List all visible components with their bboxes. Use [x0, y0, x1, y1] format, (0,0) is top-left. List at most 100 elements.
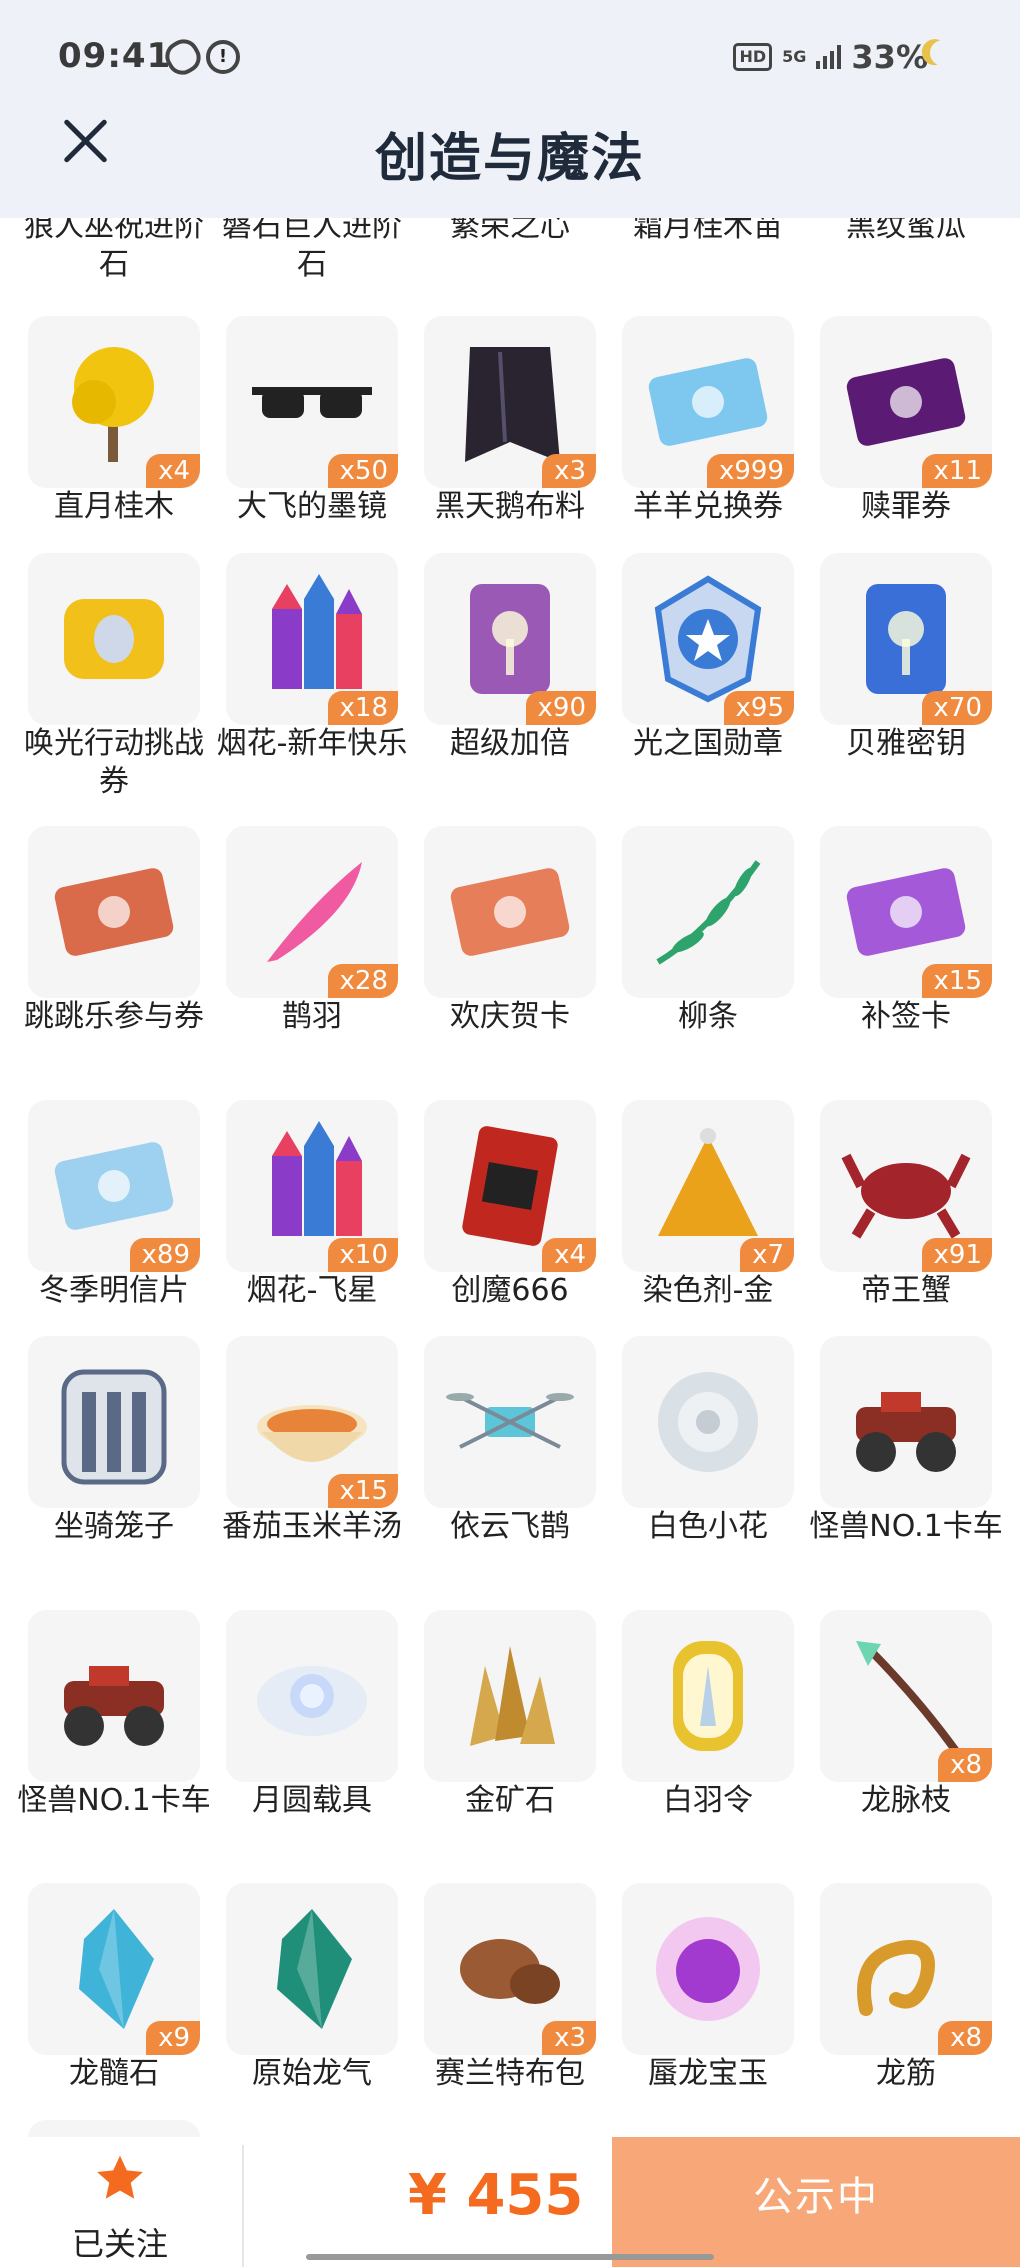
yellow-tree-icon — [72, 347, 154, 462]
grid-item[interactable]: x50 大飞的墨镜 — [226, 316, 398, 526]
gold-ore-icon — [470, 1646, 555, 1746]
item-thumbnail: x89 — [28, 1100, 200, 1272]
grid-item[interactable]: x7 染色剂-金 — [622, 1100, 794, 1310]
dragon-branch-icon — [856, 1641, 960, 1754]
status-bar: 09:41 ! HD 5G 33% — [0, 0, 1020, 116]
item-thumbnail — [28, 826, 200, 998]
grid-item[interactable]: x11 赎罪券 — [820, 316, 992, 526]
item-name: 赎罪券 — [861, 489, 951, 524]
follow-button[interactable]: 已关注 — [0, 2137, 240, 2267]
item-thumbnail: x15 — [820, 826, 992, 998]
bottom-bar: 已关注 ¥ 455 公示中 — [0, 2137, 1020, 2267]
item-name: 烟花-飞星 — [246, 1273, 378, 1308]
item-thumbnail — [28, 1336, 200, 1508]
item-thumbnail — [622, 1883, 794, 2055]
home-indicator[interactable] — [306, 2254, 714, 2260]
status-button[interactable]: 公示中 — [612, 2137, 1020, 2267]
fireworks-icon — [272, 1121, 362, 1236]
item-thumbnail — [424, 1336, 596, 1508]
status-right: HD 5G 33% — [733, 38, 928, 76]
quantity-badge: x90 — [525, 691, 596, 725]
golden-tendon-icon — [857, 1940, 935, 2016]
item-thumbnail: x11 — [820, 316, 992, 488]
star-icon — [97, 2155, 143, 2199]
grid-item[interactable]: 怪兽NO.1卡车 — [809, 1336, 1003, 1546]
grid-item[interactable]: x15 番茄玉米羊汤 — [222, 1336, 402, 1546]
grid-item[interactable]: 月圆载具 — [226, 1610, 398, 1820]
divider — [242, 2145, 244, 2267]
grid-item[interactable]: 唤光行动挑战券 — [24, 553, 204, 801]
follow-label: 已关注 — [71, 2225, 168, 2263]
grid-item[interactable]: 依云飞鹊 — [424, 1336, 596, 1546]
grid-item[interactable]: 蜃龙宝玉 — [622, 1883, 794, 2093]
grid-item[interactable]: x8 龙脉枝 — [820, 1610, 992, 1820]
grid-item[interactable]: x18 烟花-新年快乐 — [217, 553, 407, 763]
app: 09:41 ! HD 5G 33% 创造与魔法 狼人巫祝进阶石 磐石巨人进阶石 繁荣… — [0, 0, 1020, 2267]
item-name: 染色剂-金 — [642, 1273, 774, 1308]
grid-item[interactable]: x95 光之国勋章 — [622, 553, 794, 763]
item-name: 超级加倍 — [450, 726, 570, 761]
grid-item[interactable]: x8 龙筋 — [820, 1883, 992, 2093]
grid-item[interactable]: x4 直月桂木 — [28, 316, 200, 526]
grid-item[interactable]: 欢庆贺卡 — [424, 826, 596, 1036]
item-thumbnail: x15 — [226, 1336, 398, 1508]
willow-branch-icon — [656, 860, 761, 965]
purple-ticket-icon — [846, 358, 966, 446]
item-thumbnail: x28 — [226, 826, 398, 998]
grid-item[interactable]: x9 龙髓石 — [28, 1883, 200, 2093]
item-name: 补签卡 — [861, 999, 951, 1034]
grid-item[interactable]: x4 创魔666 — [424, 1100, 596, 1310]
grid-item[interactable]: x28 鹊羽 — [226, 826, 398, 1036]
item-name: 金矿石 — [465, 1783, 555, 1818]
quantity-badge: x3 — [542, 454, 596, 488]
grid-item[interactable]: 白色小花 — [622, 1336, 794, 1546]
item-thumbnail: x50 — [226, 316, 398, 488]
item-name: 欢庆贺卡 — [450, 999, 570, 1034]
green-crystal-icon — [277, 1909, 352, 2029]
grid-item[interactable]: 原始龙气 — [226, 1883, 398, 2093]
item-name: 怪兽NO.1卡车 — [17, 1783, 211, 1818]
item-name: 黑天鹅布料 — [435, 489, 585, 524]
quantity-badge: x7 — [740, 1238, 794, 1272]
grid-item[interactable]: 柳条 — [622, 826, 794, 1036]
grid-item[interactable]: 白羽令 — [622, 1610, 794, 1820]
grid-item[interactable]: 跳跳乐参与券 — [24, 826, 204, 1036]
grid-item[interactable]: x999 羊羊兑换券 — [622, 316, 794, 526]
grid-item[interactable]: x10 烟花-飞星 — [226, 1100, 398, 1310]
item-thumbnail — [622, 1610, 794, 1782]
quantity-badge: x999 — [706, 454, 794, 488]
key-card-icon — [866, 584, 946, 694]
item-thumbnail — [28, 1610, 200, 1782]
quantity-badge: x3 — [542, 2021, 596, 2055]
item-name: 鹊羽 — [282, 999, 342, 1034]
item-name: 赛兰特布包 — [435, 2056, 585, 2091]
item-thumbnail: x3 — [424, 316, 596, 488]
grid-item[interactable]: x91 帝王蟹 — [820, 1100, 992, 1310]
grid-item[interactable]: 坐骑笼子 — [28, 1336, 200, 1546]
grid-item[interactable]: x90 超级加倍 — [424, 553, 596, 763]
quantity-badge: x91 — [921, 1238, 992, 1272]
top-area: 09:41 ! HD 5G 33% 创造与魔法 — [0, 0, 1020, 218]
previous-item-name: 磐石巨人进阶石 — [222, 209, 402, 282]
grid-item[interactable]: x70 贝雅密钥 — [820, 553, 992, 763]
item-name: 创魔666 — [451, 1273, 569, 1308]
item-name: 依云飞鹊 — [450, 1509, 570, 1544]
item-name: 大飞的墨镜 — [237, 489, 387, 524]
grid-item[interactable]: 怪兽NO.1卡车 — [17, 1610, 211, 1820]
item-name: 龙髓石 — [69, 2056, 159, 2091]
grid-item[interactable]: x3 黑天鹅布料 — [424, 316, 596, 526]
item-thumbnail: x7 — [622, 1100, 794, 1272]
app-notification-icon-2: ! — [206, 40, 240, 74]
item-name: 龙筋 — [876, 2056, 936, 2091]
item-name: 羊羊兑换券 — [633, 489, 783, 524]
grid-item[interactable]: x89 冬季明信片 — [28, 1100, 200, 1310]
grid-item[interactable]: x15 补签卡 — [820, 826, 992, 1036]
page-title: 创造与魔法 — [374, 129, 645, 189]
item-thumbnail: x4 — [424, 1100, 596, 1272]
grid-item[interactable]: x3 赛兰特布包 — [424, 1883, 596, 2093]
hd-icon: HD — [733, 43, 773, 71]
grid-item[interactable]: 金矿石 — [424, 1610, 596, 1820]
black-cloth-icon — [465, 347, 560, 462]
quantity-badge: x89 — [129, 1238, 200, 1272]
item-thumbnail: x3 — [424, 1883, 596, 2055]
